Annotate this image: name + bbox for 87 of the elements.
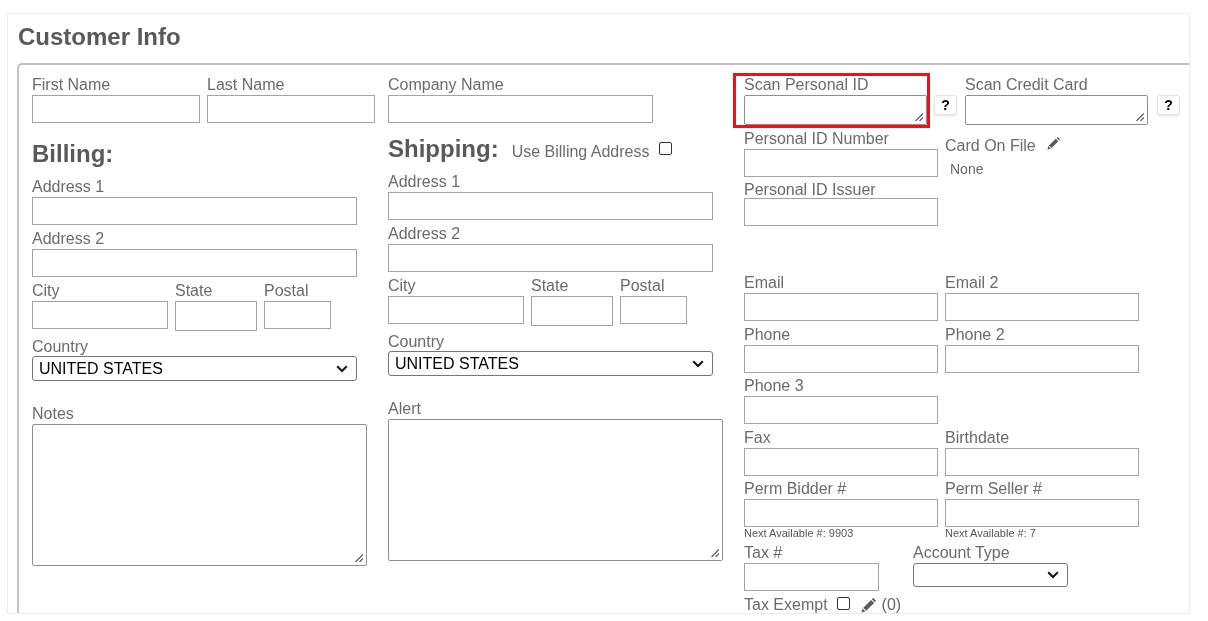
- panel-title: Customer Info: [18, 23, 181, 51]
- help-button[interactable]: ?: [934, 95, 957, 115]
- resize-grip-icon[interactable]: [1136, 113, 1144, 121]
- chevron-down-icon: [336, 364, 348, 373]
- field-label: First Name: [32, 76, 111, 94]
- input-field[interactable]: [32, 249, 357, 277]
- resize-grip-icon[interactable]: [711, 549, 719, 557]
- text-area[interactable]: [744, 95, 927, 125]
- input-field[interactable]: [388, 95, 653, 123]
- field-label: State: [175, 282, 213, 300]
- chevron-down-icon: [1047, 570, 1059, 579]
- pencil-icon[interactable]: [860, 597, 876, 613]
- field-label: Fax: [744, 428, 771, 447]
- input-field[interactable]: [744, 344, 938, 373]
- field-label: State: [531, 277, 569, 295]
- field-label: Scan Credit Card: [965, 76, 1088, 94]
- field-label: Country: [32, 338, 89, 356]
- field-label: Last Name: [207, 76, 285, 94]
- checkbox[interactable]: [659, 141, 673, 155]
- input-field[interactable]: [32, 95, 200, 123]
- country-select[interactable]: UNITED STATES: [32, 356, 357, 381]
- account-type-select[interactable]: [913, 562, 1068, 587]
- section-heading: Billing:: [32, 140, 114, 168]
- section-heading: Shipping:: [388, 135, 499, 163]
- field-label: Scan Personal ID: [744, 76, 869, 94]
- field-label: Personal ID Number: [744, 130, 889, 148]
- input-field[interactable]: [388, 244, 713, 272]
- field-label: Account Type: [913, 543, 1010, 562]
- field-label: Perm Bidder #: [744, 480, 847, 498]
- input-field[interactable]: [945, 293, 1139, 321]
- field-label: Postal: [620, 277, 665, 295]
- input-field[interactable]: [744, 198, 938, 226]
- text-area[interactable]: [32, 424, 367, 566]
- chevron-down-icon: [692, 359, 704, 368]
- hint-text: Next Available #: 7: [945, 527, 1036, 539]
- input-field[interactable]: [744, 499, 938, 527]
- input-field[interactable]: [744, 149, 938, 177]
- input-field[interactable]: [175, 301, 257, 331]
- input-field[interactable]: [388, 192, 713, 220]
- field-label: Country: [388, 333, 445, 351]
- text-area[interactable]: [388, 419, 723, 561]
- input-field[interactable]: [32, 301, 168, 329]
- field-label: Email 2: [945, 274, 999, 292]
- field-label: Phone 2: [945, 325, 1005, 344]
- count-text: (0): [881, 596, 902, 613]
- field-label: Notes: [32, 405, 74, 423]
- text-area[interactable]: [965, 95, 1148, 125]
- field-label: City: [388, 277, 416, 295]
- input-field[interactable]: [264, 301, 331, 329]
- input-field[interactable]: [744, 396, 938, 424]
- checkbox[interactable]: [836, 596, 850, 610]
- help-button[interactable]: ?: [1157, 95, 1180, 115]
- field-label: Company Name: [388, 76, 504, 94]
- input-field[interactable]: [744, 447, 938, 476]
- pencil-icon[interactable]: [1046, 137, 1060, 150]
- input-field[interactable]: [531, 296, 613, 326]
- field-label: Address 1: [388, 173, 461, 191]
- input-field[interactable]: [207, 95, 375, 123]
- field-label: Birthdate: [945, 428, 1010, 447]
- field-label: Address 2: [32, 230, 105, 248]
- field-label: Postal: [264, 282, 309, 300]
- hint-text: Next Available #: 9903: [744, 527, 854, 539]
- input-field[interactable]: [744, 562, 879, 591]
- resize-grip-icon[interactable]: [355, 554, 363, 562]
- field-label: Email: [744, 274, 784, 292]
- field-label: Address 1: [32, 178, 105, 196]
- field-label: Alert: [388, 400, 421, 418]
- input-field[interactable]: [620, 296, 687, 324]
- input-field[interactable]: [945, 499, 1139, 527]
- field-label: Tax Exempt: [744, 596, 828, 613]
- field-label: Phone: [744, 325, 791, 344]
- input-field[interactable]: [744, 293, 938, 321]
- input-field[interactable]: [388, 296, 524, 324]
- field-label: Phone 3: [744, 377, 804, 395]
- country-select[interactable]: UNITED STATES: [388, 351, 713, 376]
- input-field[interactable]: [945, 447, 1139, 476]
- field-label: Tax #: [744, 543, 783, 562]
- field-label: Personal ID Issuer: [744, 182, 876, 198]
- value-text: None: [950, 161, 984, 177]
- input-field[interactable]: [945, 344, 1139, 373]
- field-label: Address 2: [388, 225, 461, 243]
- field-label: Card On File: [945, 137, 1036, 155]
- resize-grip-icon[interactable]: [915, 113, 923, 121]
- field-label: City: [32, 282, 60, 300]
- field-label: Perm Seller #: [945, 480, 1042, 498]
- checkbox-label: Use Billing Address: [511, 143, 650, 161]
- input-field[interactable]: [32, 197, 357, 225]
